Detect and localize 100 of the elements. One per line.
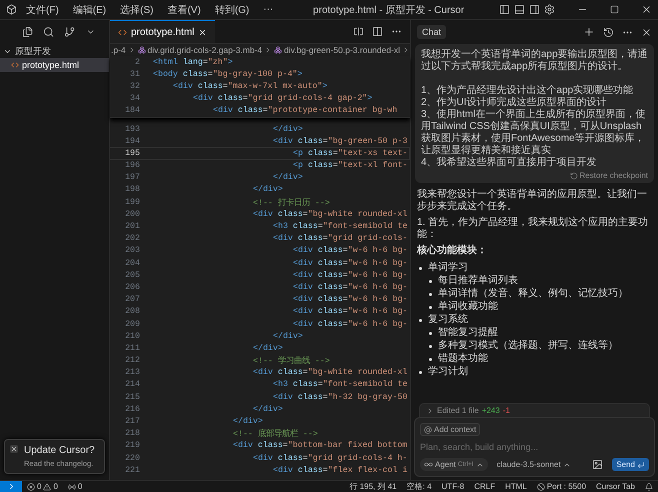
code-line: <div class="bg-white rounded-xl <box>253 368 408 378</box>
code-line: <h3 class="font-semibold te <box>273 222 408 232</box>
problems-button[interactable]: 0 0 <box>22 480 63 492</box>
close-icon[interactable] <box>10 445 18 453</box>
line-number: 205 <box>124 270 140 280</box>
chat-input[interactable]: Plan, search, build anything... <box>420 440 649 454</box>
chevron-right-icon <box>128 46 136 54</box>
language-button[interactable]: HTML <box>500 480 532 492</box>
code-file-icon <box>118 28 127 36</box>
line-ending-button[interactable]: CRLF <box>469 480 500 492</box>
tree-item[interactable]: 原型开发 <box>0 44 109 58</box>
maximize-icon[interactable] <box>610 5 619 14</box>
code-line: </div> <box>273 332 303 341</box>
menu-item[interactable]: 文件(F) <box>21 2 64 18</box>
line-number: 220 <box>124 454 140 463</box>
cursor-tab-button[interactable]: Cursor Tab <box>591 480 640 492</box>
tree-item[interactable]: prototype.html <box>0 58 109 72</box>
breadcrumb-item[interactable]: div.bg-green-50.p-3.rounded-xl <box>284 45 400 55</box>
line-number: 194 <box>124 136 140 146</box>
ports-button[interactable]: 0 <box>62 480 88 492</box>
response-text: 我来帮您设计一个英语背单词的应用原型。让我们一步步来完成这个任务。 <box>417 189 648 213</box>
model-dropdown[interactable]: claude-3.5-sonnet <box>492 458 575 471</box>
line-number: 219 <box>124 441 140 450</box>
image-icon[interactable] <box>592 459 604 470</box>
files-icon[interactable] <box>22 26 34 38</box>
list-item: 单词收藏功能 <box>438 301 498 313</box>
code-line: <div class="max-w-7xl mx-auto"> <box>173 82 328 91</box>
code-line: <div class="flex flex-col i <box>273 466 408 475</box>
indentation-button[interactable]: 空格: 4 <box>402 480 437 492</box>
branch-icon[interactable] <box>64 26 76 38</box>
panel-bottom-icon[interactable] <box>514 4 525 15</box>
line-number: 212 <box>124 356 140 366</box>
menu-item[interactable]: 编辑(E) <box>68 2 112 18</box>
panel-right-icon[interactable] <box>529 4 540 15</box>
line-number: 213 <box>124 368 140 378</box>
editor-tab[interactable]: prototype.html <box>110 20 216 43</box>
bullet-icon <box>429 332 432 334</box>
code-line: <div class="grid grid-cols- <box>273 234 408 244</box>
line-number: 201 <box>124 222 140 232</box>
split-editor-icon[interactable] <box>372 26 383 37</box>
code-line: <!-- 打卡日历 --> <box>253 197 330 208</box>
line-number: 202 <box>124 234 140 244</box>
breadcrumb-item[interactable]: div.grid.grid-cols-2.gap-3.mb-4 <box>148 45 262 55</box>
cursor-position[interactable]: 行 195, 列 41 <box>344 480 402 492</box>
code-line: <p class="text-xs text- <box>293 148 408 158</box>
line-number: 210 <box>124 332 140 341</box>
code-line: <html lang="zh"> <box>153 58 233 67</box>
add-context-button[interactable]: Add context <box>420 423 480 436</box>
bullet-icon <box>429 280 432 282</box>
list-item: 单词详情（发音、释义、例句、记忆技巧） <box>438 288 628 300</box>
code-line: </div> <box>253 185 283 194</box>
encoding-button[interactable]: UTF-8 <box>436 480 470 492</box>
line-number: 196 <box>124 161 140 170</box>
bullet-icon <box>419 266 422 270</box>
chevron-right-icon <box>426 406 434 414</box>
settings-icon[interactable] <box>544 4 555 15</box>
line-number: 221 <box>124 466 140 475</box>
more-menu-button[interactable]: ··· <box>258 3 278 16</box>
element-icon <box>274 46 282 54</box>
message-text: 我想开发一个英语背单词的app要输出原型图，请通过以下方式帮我完成app所有原型图片的设计。 <box>421 49 648 73</box>
at-icon <box>424 426 432 434</box>
panel-left-icon[interactable] <box>499 4 510 15</box>
message-text: 2、作为UI设计师完成这些原型界面的设计 <box>421 97 608 108</box>
list-item: 学习计划 <box>428 366 468 378</box>
remote-button[interactable] <box>0 480 22 492</box>
close-icon[interactable] <box>641 4 652 15</box>
live-server-button[interactable]: Port : 5500 <box>532 480 592 492</box>
chat-tab[interactable]: Chat <box>417 25 446 39</box>
line-number: 216 <box>124 404 140 414</box>
line-number: 206 <box>124 282 140 292</box>
code-line: <div class="h-32 bg-gray-50 <box>273 392 408 402</box>
message-text: 1、作为产品经理先设计出这个app实现哪些功能 <box>421 85 634 96</box>
restore-checkpoint-button[interactable]: Restore checkpoint <box>570 169 648 180</box>
line-number: 214 <box>124 380 140 390</box>
code-line: <h3 class="font-semibold te <box>273 380 408 390</box>
app-logo-icon <box>6 4 17 15</box>
breadcrumb-item[interactable]: .p-4 <box>111 45 126 55</box>
bullet-icon <box>429 292 432 296</box>
close-icon[interactable] <box>641 26 652 38</box>
split-compare-icon[interactable] <box>353 26 364 37</box>
code-line: <div class="grid grid-cols-4 gap-2"> <box>193 94 372 104</box>
menu-item[interactable]: 查看(V) <box>162 2 206 18</box>
line-number: 208 <box>124 307 140 316</box>
infinity-icon <box>424 460 433 469</box>
chevron-right-icon <box>402 46 410 54</box>
send-button[interactable]: Send <box>612 458 649 471</box>
list-item: 复习系统 <box>428 314 468 326</box>
edited-files-bar[interactable]: Edited 1 file +243 -1 <box>419 403 650 417</box>
message-text: 3、使用html在一个界面上生成所有的原型界面，使用Tailwind CSS创建高保真UI原型，可从Unsplash获取图片素材，使用FontAwesome等开源图标库，让原型显得更精美和接近真实 <box>421 109 646 156</box>
menu-item[interactable]: 转到(G) <box>210 2 254 18</box>
search-icon[interactable] <box>43 26 54 38</box>
history-icon[interactable] <box>603 26 614 38</box>
line-number: 31 <box>129 70 140 79</box>
line-number: 207 <box>124 295 140 304</box>
code-line: <div class="w-6 h-6 bg- <box>293 320 408 329</box>
line-number: 34 <box>129 94 140 104</box>
plus-icon[interactable] <box>583 26 595 38</box>
element-icon <box>138 46 146 54</box>
list-item: 错题本功能 <box>438 353 488 365</box>
menu-item[interactable]: 选择(S) <box>115 2 158 18</box>
